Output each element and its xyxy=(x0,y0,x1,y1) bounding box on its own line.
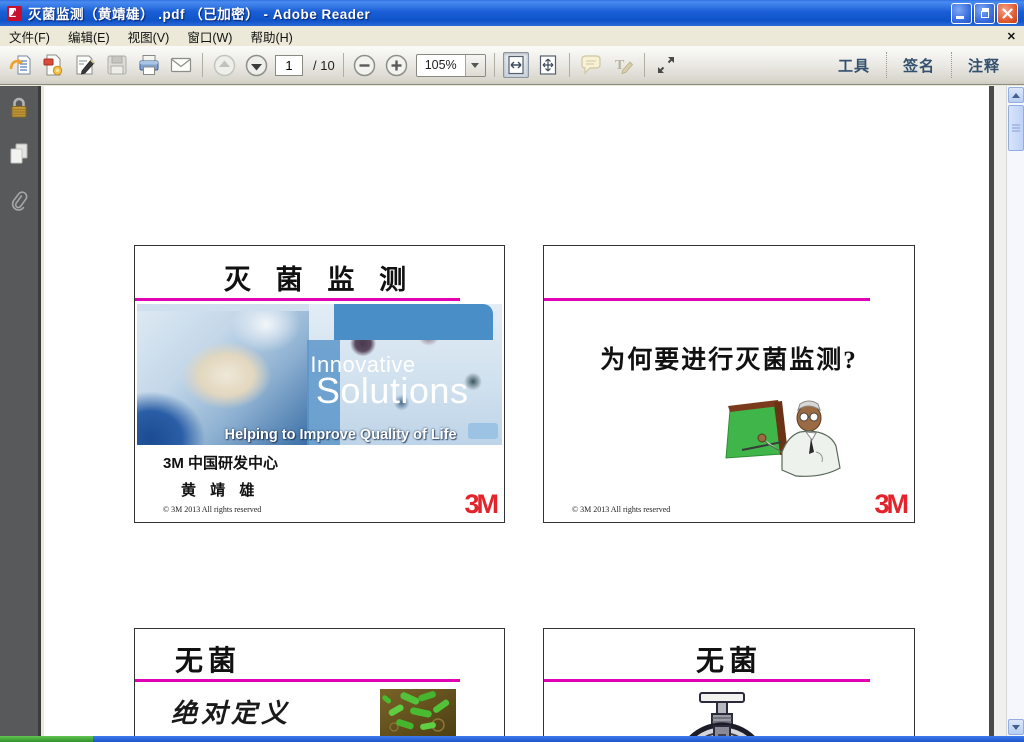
menu-window[interactable]: 窗口(W) xyxy=(178,25,241,48)
comment-panel-button[interactable]: 注释 xyxy=(952,55,1016,76)
main-area: 灭 菌 监 测 Innovative Solutions Helping to … xyxy=(0,86,1024,736)
bacteria-image xyxy=(380,689,456,736)
page-thumbnails-icon[interactable] xyxy=(8,142,30,166)
zoom-in-icon xyxy=(384,53,409,78)
tools-panel-button[interactable]: 工具 xyxy=(822,55,886,76)
slide2-copyright: © 3M 2013 All rights reserved xyxy=(572,505,670,514)
previous-page-button[interactable] xyxy=(211,52,237,78)
vertical-scrollbar[interactable] xyxy=(1006,86,1024,736)
slide3-accent-rule xyxy=(135,679,460,682)
slide1-banner-image: Innovative Solutions Helping to Improve … xyxy=(137,304,502,445)
fullscreen-button[interactable] xyxy=(653,52,679,78)
attachment-paperclip-icon[interactable] xyxy=(9,188,29,218)
scroll-down-button[interactable] xyxy=(1008,719,1024,735)
zoom-level-value: 105% xyxy=(417,55,465,76)
scroll-down-icon xyxy=(1012,725,1020,730)
slide4-title: 无菌 xyxy=(544,639,914,679)
print-icon xyxy=(137,53,161,77)
slide1-organization: 3M 中国研发中心 xyxy=(163,452,278,473)
slide3-subtitle: 绝对定义 xyxy=(171,693,291,730)
close-icon xyxy=(1002,8,1013,19)
slide1-accent-rule xyxy=(135,298,460,301)
title-bar: 灭菌监测（黄靖雄） .pdf （已加密） - Adobe Reader xyxy=(0,0,1024,26)
zoom-dropdown-button[interactable] xyxy=(465,55,485,76)
teacher-clipart xyxy=(712,392,847,480)
comment-bubble-icon xyxy=(579,53,603,77)
adobe-reader-window: 灭菌监测（黄靖雄） .pdf （已加密） - Adobe Reader 文件(F… xyxy=(0,0,1024,742)
slide2-title: 为何要进行灭菌监测? xyxy=(544,340,914,376)
slide-3: 无菌 绝对定义 xyxy=(134,628,505,736)
comment-bubble-button[interactable] xyxy=(578,52,604,78)
slide1-author: 黄 靖 雄 xyxy=(181,479,259,500)
banner-line2: Solutions xyxy=(316,370,469,412)
page-total-label: / 10 xyxy=(313,58,335,73)
scroll-up-icon xyxy=(1012,93,1020,98)
window-title: 灭菌监测（黄靖雄） .pdf （已加密） - Adobe Reader xyxy=(28,3,951,23)
slide-1: 灭 菌 监 测 Innovative Solutions Helping to … xyxy=(134,245,505,523)
restore-button[interactable] xyxy=(974,3,995,24)
slide3-title: 无菌 xyxy=(175,639,241,679)
zoom-level-combo[interactable]: 105% xyxy=(416,54,486,77)
navigation-sidebar xyxy=(0,86,41,736)
pdf-app-icon xyxy=(6,5,23,22)
fit-page-icon xyxy=(537,54,559,76)
scroll-up-button[interactable] xyxy=(1008,87,1024,103)
menu-file[interactable]: 文件(F) xyxy=(0,25,59,48)
minimize-button[interactable] xyxy=(951,3,972,24)
zoom-out-button[interactable] xyxy=(352,52,378,78)
menu-bar: 文件(F) 编辑(E) 视图(V) 窗口(W) 帮助(H) ✕ xyxy=(0,26,1024,46)
fit-width-icon xyxy=(505,54,527,76)
open-button[interactable] xyxy=(8,52,34,78)
slide1-copyright: © 3M 2013 All rights reserved xyxy=(163,505,261,514)
save-button[interactable] xyxy=(104,52,130,78)
3m-logo: 3M xyxy=(874,489,906,520)
start-button-stub[interactable] xyxy=(0,736,93,742)
3m-logo: 3M xyxy=(464,489,496,520)
menu-help[interactable]: 帮助(H) xyxy=(241,25,301,48)
text-edit-button[interactable]: T xyxy=(610,52,636,78)
next-page-button[interactable] xyxy=(243,52,269,78)
save-icon xyxy=(105,53,129,77)
restore-icon xyxy=(981,11,989,18)
print-button[interactable] xyxy=(136,52,162,78)
sign-document-button[interactable] xyxy=(72,52,98,78)
security-lock-icon[interactable] xyxy=(8,96,30,120)
sign-document-icon xyxy=(73,53,97,77)
banner-tagline: Helping to Improve Quality of Life xyxy=(225,427,457,443)
gloved-hands-photo xyxy=(137,311,309,445)
taskbar-strip xyxy=(0,736,1024,742)
slide2-accent-rule xyxy=(544,298,870,301)
text-edit-icon: T xyxy=(611,53,635,77)
sign-panel-button[interactable]: 签名 xyxy=(887,55,951,76)
pressure-valve-clipart xyxy=(662,691,782,736)
close-button[interactable] xyxy=(997,3,1018,24)
fit-page-button[interactable] xyxy=(535,52,561,78)
scrollbar-thumb[interactable] xyxy=(1008,105,1024,151)
create-pdf-icon xyxy=(41,53,65,77)
slide-4: 无菌 xyxy=(543,628,915,736)
menu-edit[interactable]: 编辑(E) xyxy=(59,25,119,48)
open-icon xyxy=(9,53,33,77)
page-number-input[interactable] xyxy=(275,55,303,76)
zoom-out-icon xyxy=(352,53,377,78)
minimize-icon xyxy=(956,16,964,19)
fit-width-button[interactable] xyxy=(503,52,529,78)
menubar-close-icon[interactable]: ✕ xyxy=(1007,30,1016,43)
create-pdf-button[interactable] xyxy=(40,52,66,78)
slide-2: 为何要进行灭菌监测? xyxy=(543,245,915,523)
main-toolbar: / 10 105% xyxy=(0,46,1024,85)
fullscreen-icon xyxy=(654,53,678,77)
chevron-down-icon xyxy=(471,63,479,68)
next-page-icon xyxy=(244,53,269,78)
email-icon xyxy=(169,53,193,77)
slide1-title: 灭 菌 监 测 xyxy=(135,258,504,297)
email-button[interactable] xyxy=(168,52,194,78)
zoom-in-button[interactable] xyxy=(384,52,410,78)
menu-view[interactable]: 视图(V) xyxy=(119,25,179,48)
previous-page-icon xyxy=(212,53,237,78)
slide4-accent-rule xyxy=(544,679,870,682)
document-pane[interactable]: 灭 菌 监 测 Innovative Solutions Helping to … xyxy=(44,86,1024,736)
